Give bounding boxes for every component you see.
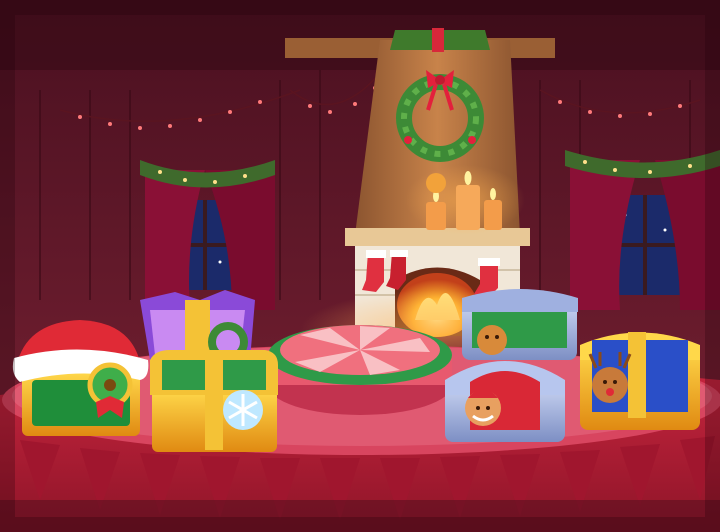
blue-santa-chest[interactable] [445,361,565,442]
center-pedestal[interactable] [268,325,452,415]
christmas-chest-scene [0,0,720,532]
snowflake-icon [223,390,263,430]
candles-icon [405,165,525,235]
snowflake-chest[interactable] [150,350,278,452]
gingerbread-chest[interactable] [462,289,578,360]
gingerbread-icon [477,325,507,355]
reindeer-chest[interactable] [580,332,700,430]
purple-wreath-chest[interactable] [140,290,255,362]
scene-canvas [0,0,720,532]
